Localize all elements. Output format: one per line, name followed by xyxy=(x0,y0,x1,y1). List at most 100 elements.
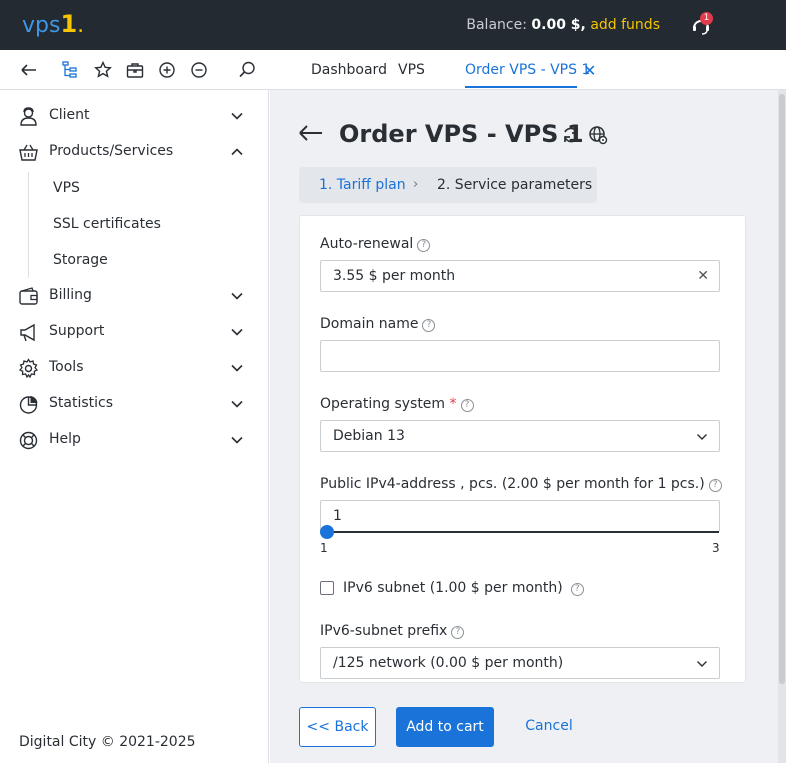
chevron-up-icon xyxy=(231,148,243,156)
ipv4-label: Public IPv4-address , pcs. (2.00 $ per m… xyxy=(320,476,722,492)
logo[interactable]: vps1. xyxy=(22,10,84,38)
tree-icon[interactable] xyxy=(60,60,80,80)
sidebar-subitem-storage[interactable]: Storage xyxy=(53,252,108,268)
sidebar-item-help[interactable]: Help xyxy=(0,422,268,458)
help-icon[interactable]: ? xyxy=(708,479,722,492)
os-label-text: Operating system xyxy=(320,396,446,412)
slider-max-label: 3 xyxy=(712,541,720,555)
sidebar-item-client[interactable]: Client xyxy=(0,98,268,134)
ipv4-count-value: 1 xyxy=(333,508,342,524)
breadcrumb-dashboard[interactable]: Dashboard xyxy=(311,62,387,78)
required-marker: * xyxy=(449,396,457,412)
basket-icon xyxy=(19,144,38,161)
balance: Balance: 0.00 $, add funds xyxy=(466,17,660,33)
tab-order-vps[interactable]: Order VPS - VPS 1 xyxy=(465,62,590,78)
sidebar-item-billing[interactable]: Billing xyxy=(0,278,268,314)
notification-badge: 1 xyxy=(700,12,713,25)
ipv4-slider-thumb[interactable] xyxy=(320,525,334,539)
os-label: Operating system *? xyxy=(320,396,474,412)
active-tab-underline xyxy=(465,86,577,88)
domain-name-input[interactable] xyxy=(320,340,720,372)
step-tariff-plan[interactable]: 1. Tariff plan xyxy=(319,177,406,193)
back-icon[interactable] xyxy=(19,60,39,80)
search-icon[interactable] xyxy=(237,60,257,80)
wallet-icon xyxy=(19,287,38,305)
sidebar-item-label: Support xyxy=(49,323,105,339)
sidebar-item-label: Billing xyxy=(49,287,92,303)
help-icon[interactable]: ? xyxy=(570,583,584,596)
sidebar-item-label: Statistics xyxy=(49,395,113,411)
breadcrumb-vps[interactable]: VPS xyxy=(398,62,425,78)
gear-icon xyxy=(18,358,39,379)
submenu-line xyxy=(28,172,29,278)
ipv6-prefix-label: IPv6-subnet prefix? xyxy=(320,623,465,639)
ipv6-prefix-value: /125 network (0.00 $ per month) xyxy=(333,655,564,671)
back-button[interactable]: << Back xyxy=(299,707,376,747)
chevron-down-icon xyxy=(231,400,243,408)
chevron-down-icon xyxy=(697,661,707,667)
ipv6-prefix-label-text: IPv6-subnet prefix xyxy=(320,623,448,639)
zoom-in-icon[interactable] xyxy=(157,60,177,80)
footer-copyright: Digital City © 2021-2025 xyxy=(19,734,196,750)
balance-label: Balance: xyxy=(466,17,527,33)
sidebar-item-products-services[interactable]: Products/Services xyxy=(0,134,268,170)
chevron-down-icon xyxy=(231,364,243,372)
refresh-icon[interactable] xyxy=(561,125,581,145)
chevron-down-icon xyxy=(231,436,243,444)
zoom-out-icon[interactable] xyxy=(189,60,209,80)
chevron-down-icon xyxy=(231,292,243,300)
step-service-parameters: 2. Service parameters xyxy=(437,177,593,193)
auto-renewal-value: 3.55 $ per month xyxy=(333,268,456,284)
lifebuoy-icon xyxy=(19,431,38,450)
chevron-down-icon xyxy=(231,328,243,336)
logo-digit: 1 xyxy=(60,10,78,38)
cancel-button[interactable]: Cancel xyxy=(516,707,582,747)
help-icon[interactable]: ? xyxy=(460,399,474,412)
sidebar-item-label: Products/Services xyxy=(49,143,174,159)
balance-amount: 0.00 $, xyxy=(531,17,586,33)
sidebar-item-label: Client xyxy=(49,107,90,123)
scrollbar-thumb[interactable] xyxy=(779,94,785,684)
ipv4-slider-track[interactable] xyxy=(327,531,719,533)
top-header: vps1. Balance: 0.00 $, add funds 1 xyxy=(0,0,786,50)
sidebar-item-support[interactable]: Support xyxy=(0,314,268,350)
ipv6-subnet-checkbox[interactable] xyxy=(320,581,334,595)
os-value: Debian 13 xyxy=(333,428,405,444)
user-icon xyxy=(20,107,37,126)
step-separator-icon: › xyxy=(413,177,419,192)
logo-dot: . xyxy=(77,13,85,38)
chevron-down-icon xyxy=(231,112,243,120)
sidebar-subitem-vps[interactable]: VPS xyxy=(53,180,80,196)
domain-name-label: Domain name? xyxy=(320,316,436,332)
sidebar-item-label: Help xyxy=(49,431,81,447)
sidebar-item-label: Tools xyxy=(49,359,84,375)
auto-renewal-label-text: Auto-renewal xyxy=(320,236,414,252)
help-icon[interactable]: ? xyxy=(451,626,465,639)
ipv4-label-text: Public IPv4-address , pcs. (2.00 $ per m… xyxy=(320,476,705,492)
domain-name-label-text: Domain name xyxy=(320,316,419,332)
sidebar-item-statistics[interactable]: Statistics xyxy=(0,386,268,422)
pie-chart-icon xyxy=(19,396,38,414)
os-select[interactable]: Debian 13 xyxy=(320,420,720,452)
clear-icon[interactable]: ✕ xyxy=(697,268,709,284)
logo-text: vps xyxy=(22,13,61,38)
sidebar-item-tools[interactable]: Tools xyxy=(0,350,268,386)
ipv4-count-input[interactable]: 1 xyxy=(320,500,720,532)
ipv6-prefix-select[interactable]: /125 network (0.00 $ per month) xyxy=(320,647,720,679)
back-arrow-icon[interactable] xyxy=(298,122,324,144)
help-icon[interactable]: ? xyxy=(417,239,431,252)
auto-renewal-label: Auto-renewal? xyxy=(320,236,431,252)
globe-settings-icon[interactable] xyxy=(588,125,608,145)
help-icon[interactable]: ? xyxy=(422,319,436,332)
sidebar-subitem-ssl-certificates[interactable]: SSL certificates xyxy=(53,216,161,232)
briefcase-icon[interactable] xyxy=(125,60,145,80)
page-title: Order VPS - VPS 1 xyxy=(339,120,584,148)
wizard-steps: 1. Tariff plan › 2. Service parameters xyxy=(299,167,597,203)
toolbar: Dashboard VPS Order VPS - VPS 1 xyxy=(0,50,786,90)
slider-min-label: 1 xyxy=(320,541,328,555)
add-funds-link[interactable]: add funds xyxy=(590,17,660,33)
star-icon[interactable] xyxy=(93,60,113,80)
close-tab-icon[interactable]: ✕ xyxy=(583,61,596,80)
add-to-cart-button[interactable]: Add to cart xyxy=(396,707,494,747)
auto-renewal-select[interactable]: 3.55 $ per month ✕ xyxy=(320,260,720,292)
